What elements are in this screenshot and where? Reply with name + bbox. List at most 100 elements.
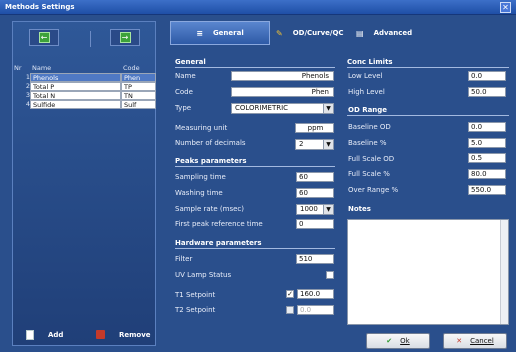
section-underline: [175, 248, 335, 249]
first-peak-field[interactable]: 0: [296, 219, 334, 229]
notes-scrollbar[interactable]: [500, 220, 508, 324]
section-general-title: General: [175, 58, 206, 66]
section-underline: [175, 166, 335, 167]
washing-time-field[interactable]: 60: [296, 188, 334, 198]
code-label: Code: [175, 88, 193, 96]
name-field[interactable]: Phenols: [231, 71, 334, 81]
section-od-range-title: OD Range: [348, 106, 388, 114]
table-row[interactable]: 4 Sulfide Sulf: [12, 100, 156, 109]
chevron-down-icon: ▼: [323, 104, 333, 113]
baseline-od-label: Baseline OD: [348, 123, 391, 131]
t1-setpoint-label: T1 Setpoint: [175, 291, 216, 299]
sampling-time-label: Sampling time: [175, 173, 226, 181]
page-icon: ▤: [356, 28, 364, 38]
tab-bar: ≡ General ✎ OD/Curve/QC ▤ Advanced: [170, 21, 512, 46]
unit-label: Measuring unit: [175, 124, 228, 132]
row-code: TP: [121, 82, 156, 91]
section-peaks-title: Peaks parameters: [175, 157, 247, 165]
column-nr: Nr: [14, 64, 22, 72]
cancel-label: Cancel: [470, 337, 494, 345]
chevron-down-icon: ▼: [323, 205, 333, 214]
high-level-label: High Level: [348, 88, 385, 96]
decimals-label: Number of decimals: [175, 139, 246, 147]
table-row[interactable]: 3 Total N TN: [12, 91, 156, 100]
t2-setpoint-checkbox[interactable]: [286, 306, 294, 314]
filter-field[interactable]: 510: [296, 254, 334, 264]
over-range-field[interactable]: 550.0: [468, 185, 506, 195]
first-peak-label: First peak reference time: [175, 220, 263, 228]
cancel-button[interactable]: ✕ Cancel: [443, 333, 507, 349]
row-code: Sulf: [121, 100, 156, 109]
column-code: Code: [123, 64, 140, 72]
delete-icon: [96, 330, 105, 339]
remove-label: Remove: [119, 330, 151, 339]
row-name: Total P: [30, 82, 121, 91]
t2-setpoint-field[interactable]: 0.0: [297, 305, 334, 315]
sample-rate-value: 1000: [300, 205, 318, 213]
baseline-percent-field[interactable]: 5.0: [468, 138, 506, 148]
code-field[interactable]: Phen: [231, 87, 334, 97]
window-title: Methods Settings: [5, 3, 75, 11]
table-row[interactable]: 2 Total P TP: [12, 82, 156, 91]
section-underline: [347, 115, 509, 116]
decimals-select[interactable]: 2 ▼: [295, 139, 334, 150]
method-icon: ≡: [196, 28, 203, 38]
full-scale-od-label: Full Scale OD: [348, 155, 395, 163]
sampling-time-field[interactable]: 60: [296, 172, 334, 182]
sample-rate-select[interactable]: 1000 ▼: [296, 204, 334, 215]
tab-general-label: General: [212, 29, 244, 37]
row-nr: 2: [25, 82, 30, 90]
type-label: Type: [175, 104, 192, 112]
chevron-down-icon: ▼: [323, 140, 333, 149]
full-scale-od-field[interactable]: 0.5: [468, 153, 506, 163]
table-row[interactable]: 1 Phenols Phen: [12, 73, 156, 82]
washing-time-label: Washing time: [175, 189, 223, 197]
close-button[interactable]: ✕: [500, 2, 511, 13]
uv-lamp-checkbox[interactable]: [326, 271, 334, 279]
row-nr: 3: [25, 91, 30, 99]
new-document-icon: [26, 330, 34, 340]
cancel-x-icon: ✕: [456, 337, 463, 345]
next-method-button[interactable]: →: [110, 29, 140, 46]
previous-method-button[interactable]: ←: [29, 29, 59, 46]
full-scale-percent-field[interactable]: 80.0: [468, 169, 506, 179]
section-hardware-title: Hardware parameters: [175, 239, 262, 247]
full-scale-percent-label: Full Scale %: [348, 170, 390, 178]
section-notes-title: Notes: [348, 205, 371, 213]
filter-label: Filter: [175, 255, 193, 263]
section-underline: [347, 67, 509, 68]
uv-lamp-label: UV Lamp Status: [175, 271, 232, 279]
arrow-right-icon: →: [119, 32, 131, 43]
section-underline: [175, 67, 335, 68]
pencil-icon: ✎: [276, 28, 283, 38]
title-bar: Methods Settings ✕: [0, 0, 516, 15]
tab-od-curve-qc[interactable]: ✎ OD/Curve/QC: [270, 21, 355, 45]
unit-field[interactable]: ppm: [295, 123, 334, 133]
t1-setpoint-field[interactable]: 160.0: [297, 289, 334, 299]
over-range-label: Over Range %: [348, 186, 399, 194]
high-level-field[interactable]: 50.0: [468, 87, 506, 97]
decimals-select-value: 2: [299, 140, 304, 148]
row-name: Phenols: [30, 73, 121, 82]
sample-rate-label: Sample rate (msec): [175, 205, 244, 213]
remove-method-button[interactable]: Remove: [96, 330, 151, 339]
arrow-left-icon: ←: [38, 32, 50, 43]
row-name: Total N: [30, 91, 121, 100]
tab-advanced-label: Advanced: [373, 29, 413, 37]
methods-settings-window: Methods Settings ✕ ← → Nr Name Code 1 Ph…: [0, 0, 516, 352]
checkmark-icon: ✔: [386, 337, 393, 345]
notes-textarea[interactable]: [347, 219, 509, 325]
tab-advanced[interactable]: ▤ Advanced: [352, 21, 442, 45]
nav-divider: [90, 31, 91, 47]
add-method-button[interactable]: Add: [26, 330, 63, 340]
t2-setpoint-label: T2 Setpoint: [175, 306, 216, 314]
t1-setpoint-checkbox[interactable]: ✓: [286, 290, 294, 298]
ok-button[interactable]: ✔ Ok: [366, 333, 430, 349]
baseline-od-field[interactable]: 0.0: [468, 122, 506, 132]
ok-label: Ok: [400, 337, 410, 345]
name-label: Name: [175, 72, 196, 80]
type-select[interactable]: COLORIMETRIC ▼: [231, 103, 334, 114]
row-nr: 4: [25, 100, 30, 108]
tab-general[interactable]: ≡ General: [170, 21, 270, 45]
low-level-field[interactable]: 0.0: [468, 71, 506, 81]
